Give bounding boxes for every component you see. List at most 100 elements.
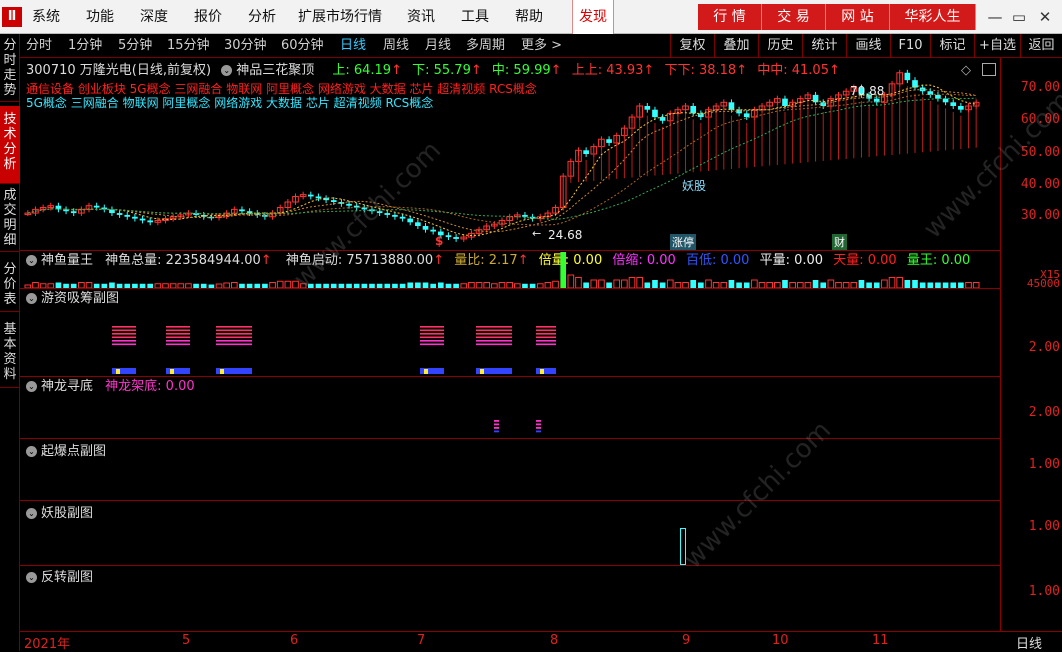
app-logo-icon: Ⅱ — [2, 7, 22, 27]
youzi-chart[interactable] — [20, 288, 1000, 376]
panel-yaogu-title[interactable]: 妖股副图 — [41, 506, 93, 521]
period-1min[interactable]: 1分钟 — [68, 34, 102, 58]
volume-bar — [812, 280, 819, 288]
volume-bar — [292, 280, 299, 288]
period-60min[interactable]: 60分钟 — [281, 34, 324, 58]
panel-menu-icon[interactable]: ⌄ — [26, 572, 37, 583]
period-monthly[interactable]: 月线 — [425, 34, 451, 58]
youzi-marker — [476, 333, 512, 335]
period-15min[interactable]: 15分钟 — [167, 34, 210, 58]
tool-history[interactable]: 历史 — [758, 34, 802, 58]
panel-qibao-title[interactable]: 起爆点副图 — [41, 444, 106, 459]
period-multi[interactable]: 多周期 — [466, 34, 505, 58]
shenlong-chart[interactable] — [20, 376, 1000, 438]
candle-body — [782, 98, 788, 106]
tab-basic-info[interactable]: 基本资料 — [0, 318, 20, 388]
period-30min[interactable]: 30分钟 — [224, 34, 267, 58]
x-label-5: 5 — [182, 633, 191, 648]
youzi-marker — [166, 340, 190, 342]
btn-trade[interactable]: 交 易 — [762, 4, 826, 30]
youzi-marker — [420, 329, 444, 332]
menu-discover[interactable]: 发现 — [572, 0, 614, 34]
menu-quote[interactable]: 报价 — [194, 0, 222, 34]
maximize-icon[interactable]: ▭ — [1008, 6, 1030, 28]
shenlong-marker — [494, 423, 499, 426]
youzi-base — [166, 368, 190, 374]
volume-bar — [567, 274, 575, 288]
candle-body — [315, 196, 322, 199]
tool-draw[interactable]: 画线 — [846, 34, 890, 58]
candle-body — [690, 106, 697, 114]
panel-fanzhuan-header: ⌄ 反转副图 — [26, 569, 93, 587]
candle-body — [812, 94, 819, 103]
menu-depth[interactable]: 深度 — [140, 0, 168, 34]
candle-body — [904, 72, 911, 81]
period-toolbar: 分时 1分钟 5分钟 15分钟 30分钟 60分钟 日线 周线 月线 多周期 更… — [20, 34, 1062, 58]
volume-bar — [751, 279, 758, 288]
youzi-marker — [166, 329, 190, 332]
period-5min[interactable]: 5分钟 — [118, 34, 152, 58]
tool-fuquan[interactable]: 复权 — [670, 34, 714, 58]
youzi-marker — [216, 340, 252, 342]
x-label-10: 10 — [772, 633, 789, 648]
candle-body — [422, 226, 429, 230]
youzi-dot — [424, 369, 428, 374]
tab-price-table[interactable]: 分价表 — [0, 258, 20, 312]
x-label-6: 6 — [290, 633, 299, 648]
menu-system[interactable]: 系统 — [32, 0, 60, 34]
candle-body — [132, 216, 138, 219]
zhangting-tag: 涨停 — [670, 234, 696, 250]
volume-bar — [705, 279, 712, 288]
volume-bar — [912, 280, 918, 288]
period-weekly[interactable]: 周线 — [383, 34, 409, 58]
candle-body — [743, 113, 750, 118]
tab-technical[interactable]: 技术分析 — [0, 106, 20, 184]
ma-line — [27, 97, 977, 220]
shenlong-marker — [536, 430, 541, 433]
volume-bar — [888, 277, 896, 288]
minimize-icon[interactable]: — — [984, 6, 1006, 28]
volume-bar — [575, 277, 582, 288]
period-daily[interactable]: 日线 — [340, 34, 366, 58]
tool-f10[interactable]: F10 — [890, 34, 930, 58]
period-intraday[interactable]: 分时 — [26, 34, 52, 58]
youzi-marker — [420, 326, 444, 328]
close-icon[interactable]: ✕ — [1034, 6, 1056, 28]
panel-menu-icon[interactable]: ⌄ — [26, 446, 37, 457]
panel-fanzhuan-title[interactable]: 反转副图 — [41, 570, 93, 585]
menu-ext-market[interactable]: 扩展市场行情 — [298, 0, 382, 34]
separator — [20, 438, 1000, 439]
volume-bar — [284, 280, 292, 288]
btn-market[interactable]: 行 情 — [698, 4, 762, 30]
menu-analysis[interactable]: 分析 — [248, 0, 276, 34]
youzi-marker — [216, 326, 252, 328]
candle-body — [644, 106, 651, 110]
period-more[interactable]: 更多 > — [521, 34, 562, 58]
candle-body — [330, 200, 337, 202]
tool-back[interactable]: 返回 — [1020, 34, 1062, 58]
y-label-50: 50.00 — [1020, 145, 1060, 160]
btn-website[interactable]: 网 站 — [826, 4, 890, 30]
volume-bars[interactable] — [20, 250, 1000, 288]
youzi-marker — [476, 336, 512, 339]
tab-intraday[interactable]: 分时走势 — [0, 34, 20, 102]
youzi-marker — [420, 343, 444, 346]
tool-stats[interactable]: 统计 — [802, 34, 846, 58]
yaogu-tag: 妖股 — [682, 179, 707, 193]
menu-news[interactable]: 资讯 — [407, 0, 435, 34]
volume-bar — [728, 280, 735, 288]
tool-overlay[interactable]: 叠加 — [714, 34, 758, 58]
menu-tools[interactable]: 工具 — [461, 0, 489, 34]
tool-mark[interactable]: 标记 — [930, 34, 974, 58]
youzi-marker — [166, 343, 190, 346]
youzi-marker — [536, 333, 556, 335]
youzi-marker — [536, 326, 556, 328]
tab-details[interactable]: 成交明细 — [0, 186, 20, 252]
menu-help[interactable]: 帮助 — [515, 0, 543, 34]
candle-body — [950, 102, 957, 106]
btn-huacai[interactable]: 华彩人生 — [890, 4, 976, 30]
panel-menu-icon[interactable]: ⌄ — [26, 508, 37, 519]
menu-function[interactable]: 功能 — [86, 0, 114, 34]
candle-body — [139, 218, 146, 221]
tool-add-watch[interactable]: +自选 — [974, 34, 1020, 58]
